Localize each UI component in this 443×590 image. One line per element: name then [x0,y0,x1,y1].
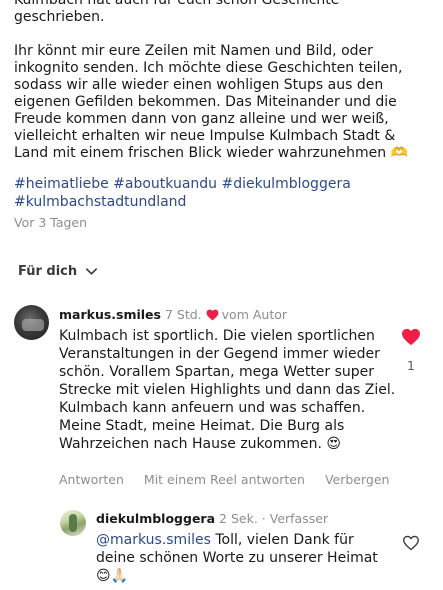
post-caption: Kulmbach hat auch für euch schon Geschic… [14,0,432,174]
comment-text: Kulmbach ist sportlich. Die vielen sport… [59,328,396,452]
comment-like: 1 [400,328,422,373]
post-timestamp: Vor 3 Tagen [14,215,88,230]
author-like-badge: vom Autor [206,307,287,322]
heart-outline-icon[interactable] [402,535,420,551]
sort-label: Für dich [18,264,78,279]
hashtag-kulmbachstadtundland[interactable]: #kulmbachstadtundland [14,194,186,210]
comment-username[interactable]: markus.smiles [59,307,161,322]
reply-time: 2 Sek. [219,511,258,526]
heart-icon [206,309,219,320]
hashtag-diekulmbloggera[interactable]: #diekulmbloggera [222,176,351,192]
reply-button[interactable]: Antworten [59,472,124,487]
comment-time: 7 Std. [164,307,202,322]
comment-header: markus.smiles 7 Std. vom Autor [59,307,287,322]
reply-mention[interactable]: @markus.smiles [96,532,211,548]
avatar[interactable] [60,510,86,536]
hide-button[interactable]: Verbergen [325,472,390,487]
avatar[interactable] [14,305,49,340]
chevron-down-icon [86,268,98,275]
comment-actions: Antworten Mit einem Reel antworten Verbe… [59,472,389,487]
reply-role: · Verfasser [261,511,329,526]
caption-body: Ihr könnt mir eure Zeilen mit Namen und … [14,43,409,161]
reply-username[interactable]: diekulmbloggera [96,511,215,526]
heart-filled-icon[interactable] [401,328,421,346]
caption-lead: Kulmbach hat auch für euch schon Geschic… [14,0,340,25]
hashtag-aboutkuandu[interactable]: #aboutkuandu [113,176,217,192]
reply-role-label: Verfasser [269,511,329,526]
hashtag-heimatliebe[interactable]: #heimatliebe [14,176,109,192]
reel-reply-button[interactable]: Mit einem Reel antworten [144,472,305,487]
reply-header: diekulmbloggera 2 Sek. · Verfasser [96,511,328,526]
reply-text: @markus.smiles Toll, vielen Dank für dei… [96,531,386,585]
author-badge-label: vom Autor [221,307,288,322]
reply-like [402,535,420,555]
hashtag-list: #heimatliebe #aboutkuandu #diekulmblogge… [14,175,432,211]
sort-dropdown[interactable]: Für dich [18,264,98,279]
like-count: 1 [407,358,415,373]
